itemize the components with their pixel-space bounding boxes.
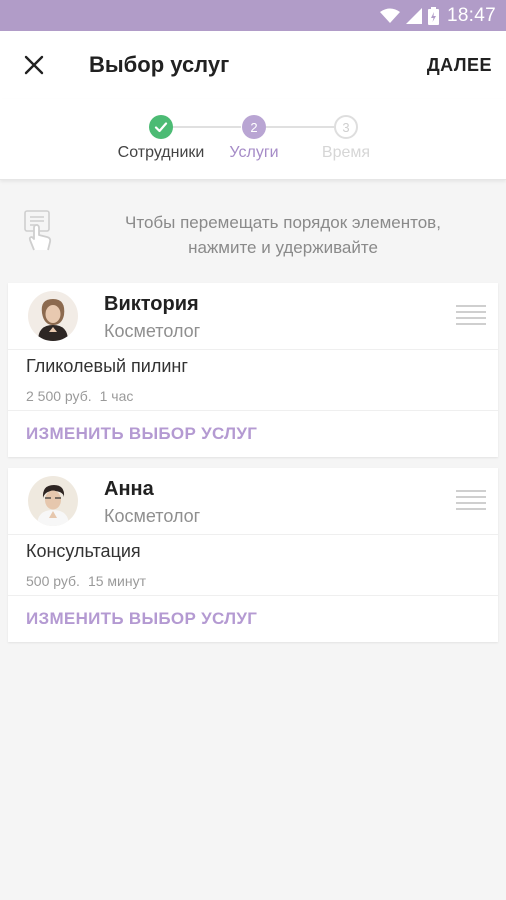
app-bar: Выбор услуг ДАЛЕЕ — [0, 31, 506, 99]
service-meta: 2 500 руб. 1 час — [26, 388, 133, 404]
page-title: Выбор услуг — [89, 52, 230, 77]
step-3-label: Время — [321, 144, 371, 161]
staff-card: Виктория Косметолог Гликолевый пилинг 2 … — [8, 283, 498, 457]
change-services-button[interactable]: ИЗМЕНИТЬ ВЫБОР УСЛУГ — [8, 411, 498, 457]
step-1-label: Сотрудники — [117, 144, 205, 161]
step-connector — [173, 126, 241, 128]
reorder-hint: Чтобы перемещать порядок элементов, нажм… — [0, 190, 506, 270]
service-row: Консультация 500 руб. 15 минут — [8, 535, 498, 596]
battery-icon — [427, 6, 439, 25]
staff-name: Анна — [104, 478, 154, 500]
hint-text: Чтобы перемещать порядок элементов, нажм… — [125, 213, 441, 257]
service-name: Консультация — [26, 541, 141, 561]
progress-stepper: Сотрудники 2 Услуги 3 Время — [0, 99, 506, 180]
service-duration: 1 час — [99, 388, 134, 404]
status-bar: 18:47 — [0, 0, 506, 31]
staff-header: Анна Косметолог — [8, 468, 498, 535]
touch-hold-icon — [22, 210, 56, 259]
service-row: Гликолевый пилинг 2 500 руб. 1 час — [8, 350, 498, 411]
step-1-done-icon — [149, 115, 173, 139]
staff-card: Анна Косметолог Консультация 500 руб. 15 … — [8, 468, 498, 642]
staff-role: Косметолог — [104, 506, 201, 526]
service-duration: 15 минут — [87, 573, 147, 589]
staff-header: Виктория Косметолог — [8, 283, 498, 350]
step-3-indicator: 3 — [334, 115, 358, 139]
service-name: Гликолевый пилинг — [26, 356, 188, 376]
step-connector — [266, 126, 334, 128]
avatar — [28, 476, 78, 526]
drag-handle-icon[interactable] — [456, 305, 486, 327]
wifi-icon — [379, 8, 400, 24]
change-services-button[interactable]: ИЗМЕНИТЬ ВЫБОР УСЛУГ — [8, 596, 498, 642]
staff-name: Виктория — [104, 293, 199, 315]
drag-handle-icon[interactable] — [456, 490, 486, 512]
next-button[interactable]: ДАЛЕЕ — [427, 55, 492, 76]
service-price: 2 500 руб. — [26, 388, 92, 404]
signal-icon — [405, 7, 422, 24]
service-price: 500 руб. — [26, 573, 80, 589]
avatar — [28, 291, 78, 341]
close-button[interactable] — [20, 51, 48, 79]
step-2-label: Услуги — [229, 144, 279, 161]
status-time: 18:47 — [446, 4, 496, 26]
staff-role: Косметолог — [104, 321, 201, 341]
close-icon — [24, 55, 44, 75]
service-meta: 500 руб. 15 минут — [26, 573, 146, 589]
step-2-indicator: 2 — [242, 115, 266, 139]
